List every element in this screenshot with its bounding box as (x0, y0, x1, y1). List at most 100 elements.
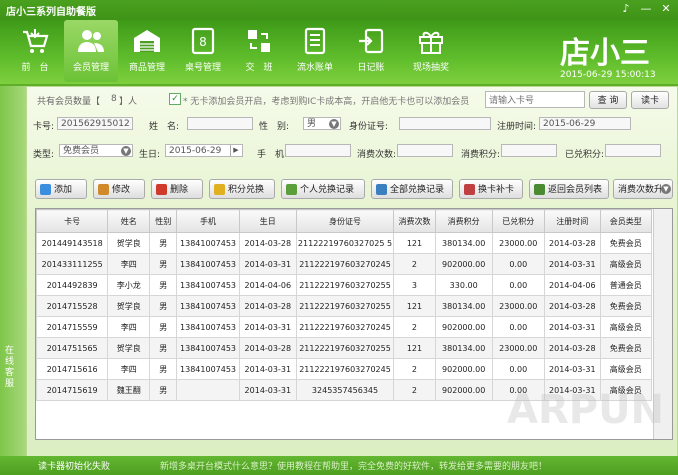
replace-card-button[interactable]: 换卡补卡 (459, 179, 523, 199)
column-header[interactable]: 会员类型 (599, 209, 653, 233)
table-row[interactable]: 2014715528 贺学良男 13841007453 2014-03-28 21122… (36, 295, 653, 317)
cell-phone: 13841007453 (176, 253, 240, 275)
cell-card-no: 2014492839 (36, 274, 109, 296)
window-title: 店小三系列自助餐版 (6, 7, 96, 18)
member-grid: 卡号 姓名 性别 手机 生日 身份证号 消费次数 消费积分 已兑积分 注册时间 … (36, 209, 653, 401)
nav-lottery[interactable]: 现场抽奖 (404, 20, 458, 82)
personal-record-button-label: 个人兑换记录 (300, 185, 355, 195)
column-header[interactable]: 卡号 (36, 209, 109, 233)
cell-gender: 男 (149, 358, 178, 380)
redeem-points-button[interactable]: 积分兑换 (209, 179, 275, 199)
column-header[interactable]: 生日 (238, 209, 297, 233)
cell-id-number: 211222197603270245 (295, 253, 395, 275)
close-button[interactable]: ✕ (658, 2, 674, 16)
cell-member-type: 免费会员 (599, 232, 653, 254)
cell-reg-time: 2014-03-31 (543, 253, 601, 275)
card-icon (464, 184, 475, 195)
cell-birthday: 2014-03-31 (238, 253, 297, 275)
table-row[interactable]: 2014715559 李四男 13841007453 2014-03-31 211222… (36, 316, 653, 338)
cell-birthday: 2014-03-28 (238, 337, 297, 359)
nav-tables[interactable]: 8 桌号管理 (176, 20, 230, 82)
column-header[interactable]: 已兑积分 (491, 209, 545, 233)
datetime-display: 2015-06-29 15:00:13 (560, 70, 656, 80)
id-number-field[interactable] (399, 117, 491, 130)
sort-select[interactable]: 消费次数升 ▼ (613, 179, 673, 199)
consume-count-field[interactable] (397, 144, 453, 157)
nav-ledger[interactable]: 流水账单 (288, 20, 342, 82)
column-header[interactable]: 注册时间 (543, 209, 601, 233)
cell-consume-count: 2 (393, 253, 436, 275)
delete-button[interactable]: 删除 (151, 179, 203, 199)
birthday-field[interactable]: 2015-06-29 ▶ (165, 144, 243, 157)
type-select[interactable]: 免费会员 ▼ (59, 144, 133, 157)
cell-reg-time: 2014-04-06 (543, 274, 601, 296)
column-header[interactable]: 消费次数 (393, 209, 436, 233)
card-no-field[interactable]: 201562915012 (57, 117, 133, 130)
cell-birthday: 2014-04-06 (238, 274, 297, 296)
member-count-suffix: 】人 (119, 97, 138, 107)
exchange-icon (248, 30, 270, 52)
reg-time-label: 注册时间: (497, 122, 537, 132)
all-record-button-label: 全部兑换记录 (390, 185, 445, 195)
table-row[interactable]: 2014715616 李四男 13841007453 2014-03-31 211222… (36, 358, 653, 380)
cell-id-number: 3245357456345 (295, 379, 395, 401)
table-row[interactable]: 2014751565 贺学良男 13841007453 2014-03-28 21122… (36, 337, 653, 359)
search-input[interactable] (485, 91, 585, 108)
cell-member-type: 高级会员 (599, 358, 653, 380)
cell-phone: 13841007453 (176, 337, 240, 359)
query-button[interactable]: 查 询 (589, 91, 627, 109)
cell-birthday: 2014-03-28 (238, 295, 297, 317)
nav-label: 商品管理 (128, 63, 165, 73)
gender-select[interactable]: 男 ▼ (303, 117, 341, 130)
reg-time-field[interactable]: 2015-06-29 (539, 117, 631, 130)
cell-consume-points: 902000.00 (434, 379, 493, 401)
member-count: 8 (111, 94, 117, 104)
nav-label: 日记账 (357, 63, 385, 73)
add-button[interactable]: 添加 (35, 179, 87, 199)
phone-field[interactable] (285, 144, 351, 157)
all-record-button[interactable]: 全部兑换记录 (371, 179, 453, 199)
cell-gender: 男 (149, 316, 178, 338)
nav-label: 交 班 (245, 63, 273, 73)
cell-gender: 男 (149, 337, 178, 359)
cell-phone: 13841007453 (176, 316, 240, 338)
edit-button[interactable]: 修改 (93, 179, 145, 199)
column-header[interactable]: 身份证号 (295, 209, 395, 233)
column-header[interactable]: 姓名 (107, 209, 151, 233)
cell-redeemed-points: 0.00 (491, 253, 545, 275)
return-list-button[interactable]: 返回会员列表 (529, 179, 609, 199)
nav-front[interactable]: 前 台 (8, 20, 62, 82)
table-row[interactable]: 201449143518 贺学良男 13841007453 2014-03-28 211… (36, 232, 653, 254)
table-row[interactable]: 2014492839 李小龙男 13841007453 2014-04-06 21122… (36, 274, 653, 296)
online-service-link[interactable]: 在线客服 (5, 346, 17, 390)
personal-record-button[interactable]: 个人兑换记录 (281, 179, 365, 199)
name-field[interactable] (187, 117, 253, 130)
nav-journal[interactable]: 日记账 (344, 20, 398, 82)
cell-card-no: 2014715559 (36, 316, 109, 338)
brand-logo: 店小三 (560, 36, 650, 71)
column-header[interactable]: 消费积分 (434, 209, 493, 233)
column-header[interactable]: 手机 (176, 209, 240, 233)
column-header[interactable]: 性别 (149, 209, 178, 233)
skin-icon[interactable]: ♪ (618, 2, 634, 16)
no-card-checkbox[interactable]: ✓ (169, 93, 181, 105)
nav-shift[interactable]: 交 班 (232, 20, 286, 82)
return-list-button-label: 返回会员列表 (548, 185, 603, 195)
replace-card-button-label: 换卡补卡 (478, 185, 515, 195)
cell-card-no: 201433111255 (36, 253, 109, 275)
delete-icon (156, 184, 167, 195)
read-card-button[interactable]: 读卡 (631, 91, 669, 109)
cell-reg-time: 2014-03-28 (543, 295, 601, 317)
cell-card-no: 201449143518 (36, 232, 109, 254)
nav-products[interactable]: 商品管理 (120, 20, 174, 82)
date-picker-icon[interactable]: ▶ (230, 145, 241, 156)
chevron-down-icon: ▼ (121, 146, 131, 156)
sort-select-label: 消费次数升 (618, 185, 664, 195)
table-row[interactable]: 201433111255 李四男 13841007453 2014-03-31 2112… (36, 253, 653, 275)
cell-name: 贺学良 (107, 232, 151, 254)
minimize-button[interactable]: — (638, 2, 654, 16)
watermark: ARPUN (507, 387, 665, 433)
nav-members[interactable]: 会员管理 (64, 20, 118, 82)
redeemed-points-field[interactable] (605, 144, 661, 157)
consume-points-field[interactable] (501, 144, 557, 157)
